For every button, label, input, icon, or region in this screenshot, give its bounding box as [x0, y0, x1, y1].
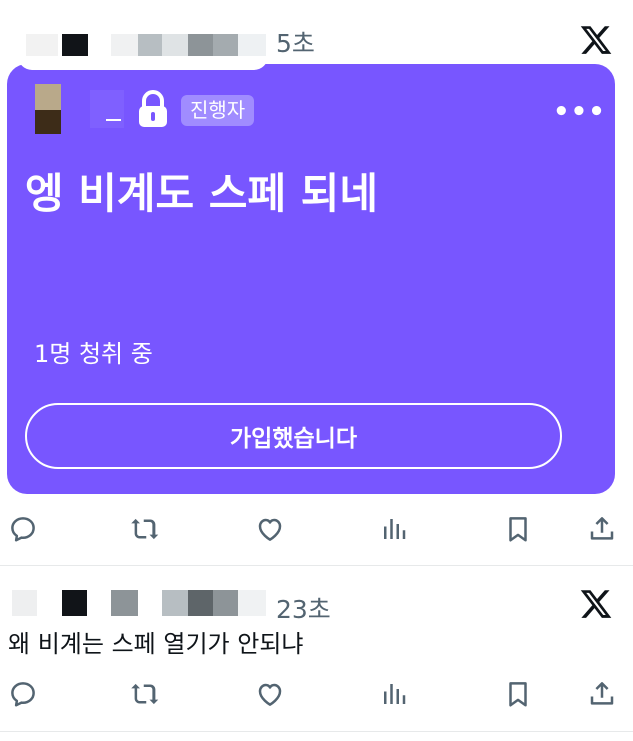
views-icon[interactable]: [379, 514, 409, 544]
tweet-divider: [0, 565, 633, 566]
like-icon[interactable]: [255, 679, 285, 709]
tweet-divider: [0, 731, 633, 732]
retweet-icon[interactable]: [130, 679, 160, 709]
tweet-text: 왜 비계는 스페 열기가 안되냐: [8, 630, 304, 658]
space-title: 엥 비계도 스페 되네: [25, 169, 378, 218]
joined-button[interactable]: 가입했습니다: [25, 403, 562, 469]
tweet-time[interactable]: 5초: [276, 24, 315, 60]
retweet-icon[interactable]: [130, 514, 160, 544]
tweet-time[interactable]: 23초: [276, 590, 331, 626]
share-icon[interactable]: [587, 679, 617, 709]
card-top-edge: [18, 56, 268, 70]
bookmark-icon[interactable]: [503, 514, 533, 544]
reply-icon[interactable]: [8, 679, 38, 709]
reply-icon[interactable]: [8, 514, 38, 544]
lock-icon: [139, 90, 167, 127]
more-icon[interactable]: •••: [553, 99, 606, 125]
views-icon[interactable]: [379, 679, 409, 709]
share-icon[interactable]: [587, 514, 617, 544]
host-badge: 진행자: [181, 95, 255, 126]
x-logo-icon: [580, 590, 612, 618]
like-icon[interactable]: [255, 514, 285, 544]
bookmark-icon[interactable]: [503, 679, 533, 709]
listener-count: 1명 청취 중: [34, 340, 153, 368]
x-logo-icon: [580, 26, 612, 54]
